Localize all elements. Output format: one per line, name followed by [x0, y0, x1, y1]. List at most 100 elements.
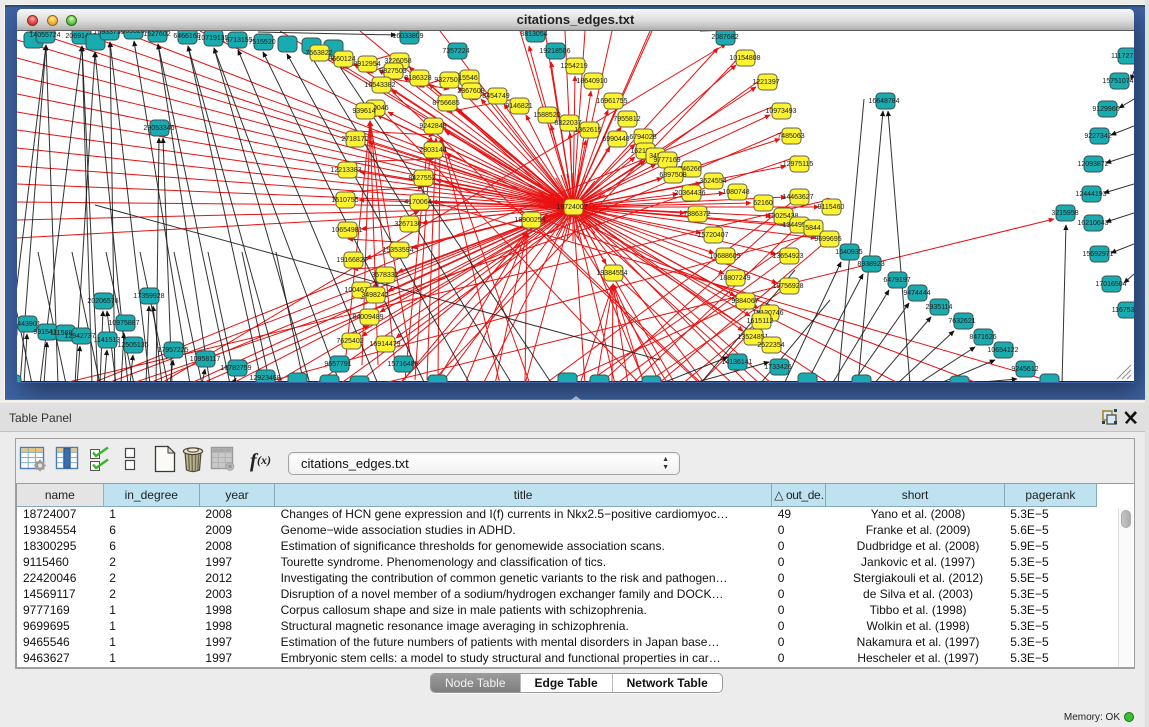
svg-text:10975887: 10975887 — [108, 320, 139, 327]
svg-text:9474444: 9474444 — [903, 290, 930, 297]
svg-text:1615112: 1615112 — [747, 318, 774, 325]
svg-text:7955812: 7955812 — [613, 116, 640, 123]
svg-text:1610755: 1610755 — [331, 197, 358, 204]
svg-text:16648784: 16648784 — [868, 98, 899, 105]
svg-text:3498242: 3498242 — [361, 292, 388, 299]
svg-text:1221397: 1221397 — [752, 79, 779, 86]
svg-text:9129966: 9129966 — [1092, 106, 1119, 113]
svg-text:14055724: 14055724 — [29, 32, 60, 39]
svg-text:18640910: 18640910 — [576, 78, 607, 85]
svg-text:18724007: 18724007 — [556, 204, 587, 211]
svg-text:12942737: 12942737 — [64, 333, 95, 340]
svg-text:8471626: 8471626 — [969, 334, 996, 341]
svg-text:14463627: 14463627 — [782, 194, 813, 201]
svg-text:10973493: 10973493 — [765, 108, 796, 115]
svg-text:7625402: 7625402 — [336, 338, 363, 345]
svg-text:3624554: 3624554 — [699, 178, 726, 185]
svg-text:84009489: 84009489 — [352, 314, 383, 321]
svg-text:939614: 939614 — [352, 108, 375, 115]
svg-text:9146821: 9146821 — [505, 103, 532, 110]
svg-text:12505135: 12505135 — [117, 342, 148, 349]
svg-text:9827503: 9827503 — [379, 68, 406, 75]
svg-text:8660124: 8660124 — [328, 56, 355, 63]
svg-text:9245612: 9245612 — [1011, 366, 1038, 373]
svg-text:12213383: 12213383 — [330, 167, 361, 174]
svg-text:10958117: 10958117 — [190, 356, 221, 363]
svg-text:10154808: 10154808 — [729, 55, 760, 62]
svg-text:12444193: 12444193 — [1075, 191, 1106, 198]
svg-text:16914479: 16914479 — [369, 341, 400, 348]
svg-text:12093872: 12093872 — [1077, 161, 1108, 168]
svg-text:3267130: 3267130 — [394, 221, 421, 228]
svg-text:19384554: 19384554 — [596, 270, 627, 277]
svg-text:15353594: 15353594 — [382, 247, 413, 254]
svg-text:2718170: 2718170 — [341, 136, 368, 143]
svg-text:2803144: 2803144 — [419, 147, 446, 154]
svg-text:9699695: 9699695 — [814, 236, 841, 243]
svg-text:16961755: 16961755 — [596, 98, 627, 105]
svg-text:8756685: 8756685 — [432, 100, 459, 107]
svg-text:15692971: 15692971 — [1082, 251, 1113, 258]
svg-text:13654923: 13654923 — [772, 253, 803, 260]
svg-text:19218506: 19218506 — [539, 48, 570, 55]
svg-text:9242848: 9242848 — [419, 123, 446, 130]
svg-text:(x): (x) — [257, 453, 271, 467]
svg-text:17016504: 17016504 — [1095, 281, 1126, 288]
svg-text:14136141: 14136141 — [721, 359, 752, 366]
svg-text:6479197: 6479197 — [883, 277, 910, 284]
svg-text:6897508: 6897508 — [659, 172, 686, 179]
svg-text:3215958: 3215958 — [1051, 210, 1078, 217]
svg-text:6990448: 6990448 — [602, 136, 629, 143]
svg-text:5844: 5844 — [805, 225, 821, 232]
svg-text:4170064: 4170064 — [404, 199, 431, 206]
svg-text:11172714: 11172714 — [1111, 53, 1134, 60]
svg-text:9227342: 9227342 — [1084, 133, 1111, 140]
svg-text:16210643: 16210643 — [1077, 220, 1108, 227]
svg-text:17359928: 17359928 — [133, 293, 164, 300]
svg-text:16782759: 16782759 — [220, 365, 251, 372]
svg-text:9777169: 9777169 — [653, 157, 680, 164]
svg-text:10688609: 10688609 — [709, 253, 740, 260]
svg-text:20364436: 20364436 — [674, 190, 705, 197]
svg-text:18900253: 18900253 — [514, 217, 545, 224]
svg-text:20206576: 20206576 — [87, 298, 118, 305]
svg-text:18807249: 18807249 — [719, 275, 750, 282]
svg-text:10654981: 10654981 — [331, 227, 362, 234]
svg-text:15546: 15546 — [458, 75, 478, 82]
svg-text:8813054: 8813054 — [520, 31, 547, 38]
svg-text:7515520: 7515520 — [248, 39, 275, 46]
svg-text:7485063: 7485063 — [777, 133, 804, 140]
svg-text:8912954: 8912954 — [353, 61, 380, 68]
svg-text:1733426: 1733426 — [764, 364, 791, 371]
svg-text:2522354: 2522354 — [757, 342, 784, 349]
svg-text:2367608: 2367608 — [457, 88, 484, 95]
svg-text:8427552: 8427552 — [408, 175, 435, 182]
svg-text:10654122: 10654122 — [987, 347, 1018, 354]
svg-text:16033809: 16033809 — [392, 33, 423, 40]
svg-text:9384067: 9384067 — [731, 298, 758, 305]
svg-text:19756928: 19756928 — [772, 283, 803, 290]
svg-text:1080748: 1080748 — [722, 189, 749, 196]
svg-text:3578332: 3578332 — [371, 272, 398, 279]
svg-text:15716485: 15716485 — [387, 361, 418, 368]
svg-text:8186328: 8186328 — [404, 75, 431, 82]
svg-text:8322037: 8322037 — [554, 120, 581, 127]
svg-text:19166827: 19166827 — [336, 257, 367, 264]
svg-text:1443901: 1443901 — [17, 321, 41, 328]
svg-text:1640935: 1640935 — [835, 249, 862, 256]
svg-text:9115460: 9115460 — [818, 204, 845, 211]
svg-text:8454749: 8454749 — [482, 93, 509, 100]
svg-text:62160: 62160 — [753, 200, 773, 207]
svg-text:9657791: 9657791 — [324, 361, 351, 368]
svg-text:7632621: 7632621 — [948, 318, 975, 325]
svg-text:7357224: 7357224 — [442, 48, 469, 55]
svg-text:1588520: 1588520 — [533, 112, 560, 119]
svg-text:29053346: 29053346 — [143, 125, 174, 132]
svg-text:1527602: 1527602 — [143, 31, 170, 38]
svg-text:17957225: 17957225 — [157, 347, 188, 354]
svg-text:15720407: 15720407 — [697, 232, 728, 239]
svg-text:12923468: 12923468 — [249, 375, 280, 382]
svg-text:7386372: 7386372 — [683, 211, 710, 218]
svg-text:8938923: 8938923 — [857, 261, 884, 268]
svg-text:16543382: 16543382 — [364, 82, 395, 89]
